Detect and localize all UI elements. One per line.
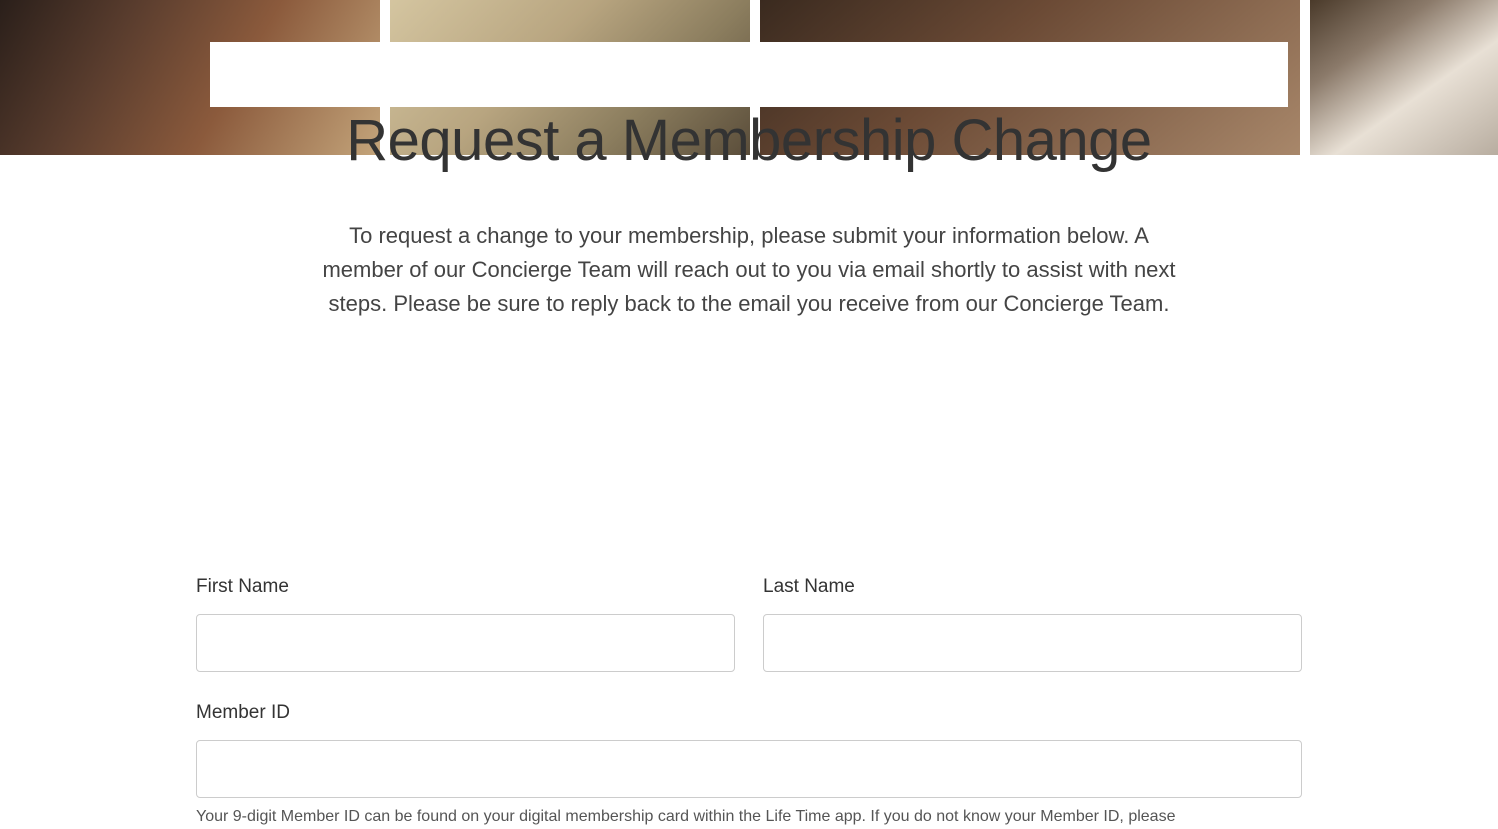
form-row-member-id: Member ID Your 9-digit Member ID can be … [196,702,1302,828]
member-id-label: Member ID [196,702,1302,724]
member-id-input[interactable] [196,740,1302,798]
form-container: First Name Last Name Member ID Your 9-di… [0,576,1498,828]
last-name-input[interactable] [763,614,1302,672]
first-name-field-group: First Name [196,576,735,672]
last-name-field-group: Last Name [763,576,1302,672]
first-name-input[interactable] [196,614,735,672]
form-row-name: First Name Last Name [196,576,1302,672]
page-description: To request a change to your membership, … [289,219,1209,321]
page-title: Request a Membership Change [0,107,1498,174]
last-name-label: Last Name [763,576,1302,598]
main-content: Request a Membership Change To request a… [0,0,1498,829]
member-id-field-group: Member ID Your 9-digit Member ID can be … [196,702,1302,828]
first-name-label: First Name [196,576,735,598]
member-id-helper: Your 9-digit Member ID can be found on y… [196,806,1302,828]
